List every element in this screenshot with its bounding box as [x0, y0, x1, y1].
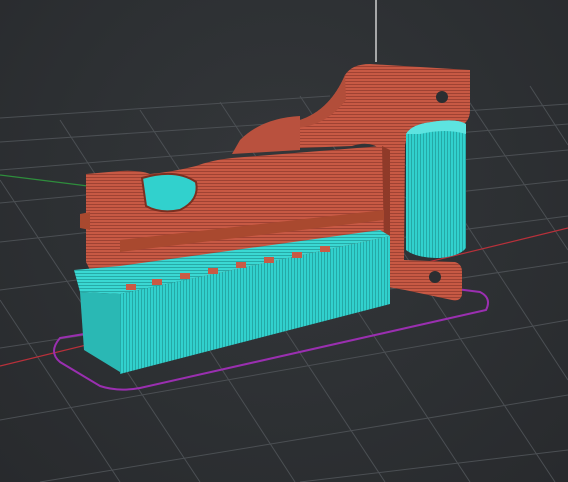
3d-viewport[interactable] [0, 0, 568, 482]
grip[interactable] [406, 120, 466, 259]
mount-hole-bottom [429, 271, 441, 283]
mount-hole-top [436, 91, 448, 103]
scene [0, 0, 568, 482]
